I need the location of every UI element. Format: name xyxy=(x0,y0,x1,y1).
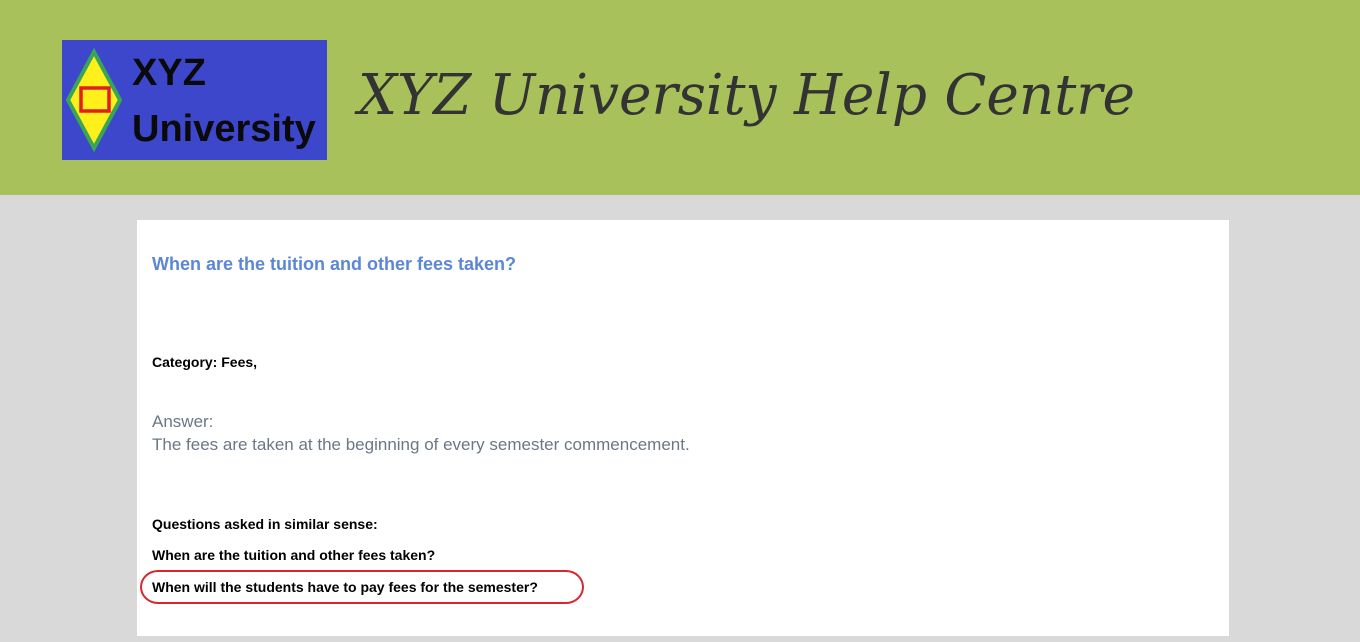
answer-text: The fees are taken at the beginning of e… xyxy=(152,435,690,454)
article-panel: When are the tuition and other fees take… xyxy=(137,220,1229,636)
site-header: XYZ University XYZ University Help Centr… xyxy=(0,0,1360,195)
site-title: XYZ University Help Centre xyxy=(358,63,1136,128)
logo-text-line1: XYZ xyxy=(132,52,206,94)
similar-question-link[interactable]: When are the tuition and other fees take… xyxy=(152,547,435,563)
logo-text-line2: University xyxy=(132,108,316,150)
category-label: Category: Fees, xyxy=(152,354,258,370)
similar-question-link-highlighted[interactable]: When will the students have to pay fees … xyxy=(152,579,538,595)
answer-label: Answer: xyxy=(152,412,214,431)
university-logo[interactable]: XYZ University xyxy=(62,40,327,160)
question-title: When are the tuition and other fees take… xyxy=(152,254,517,274)
similar-questions-heading: Questions asked in similar sense: xyxy=(152,516,378,532)
